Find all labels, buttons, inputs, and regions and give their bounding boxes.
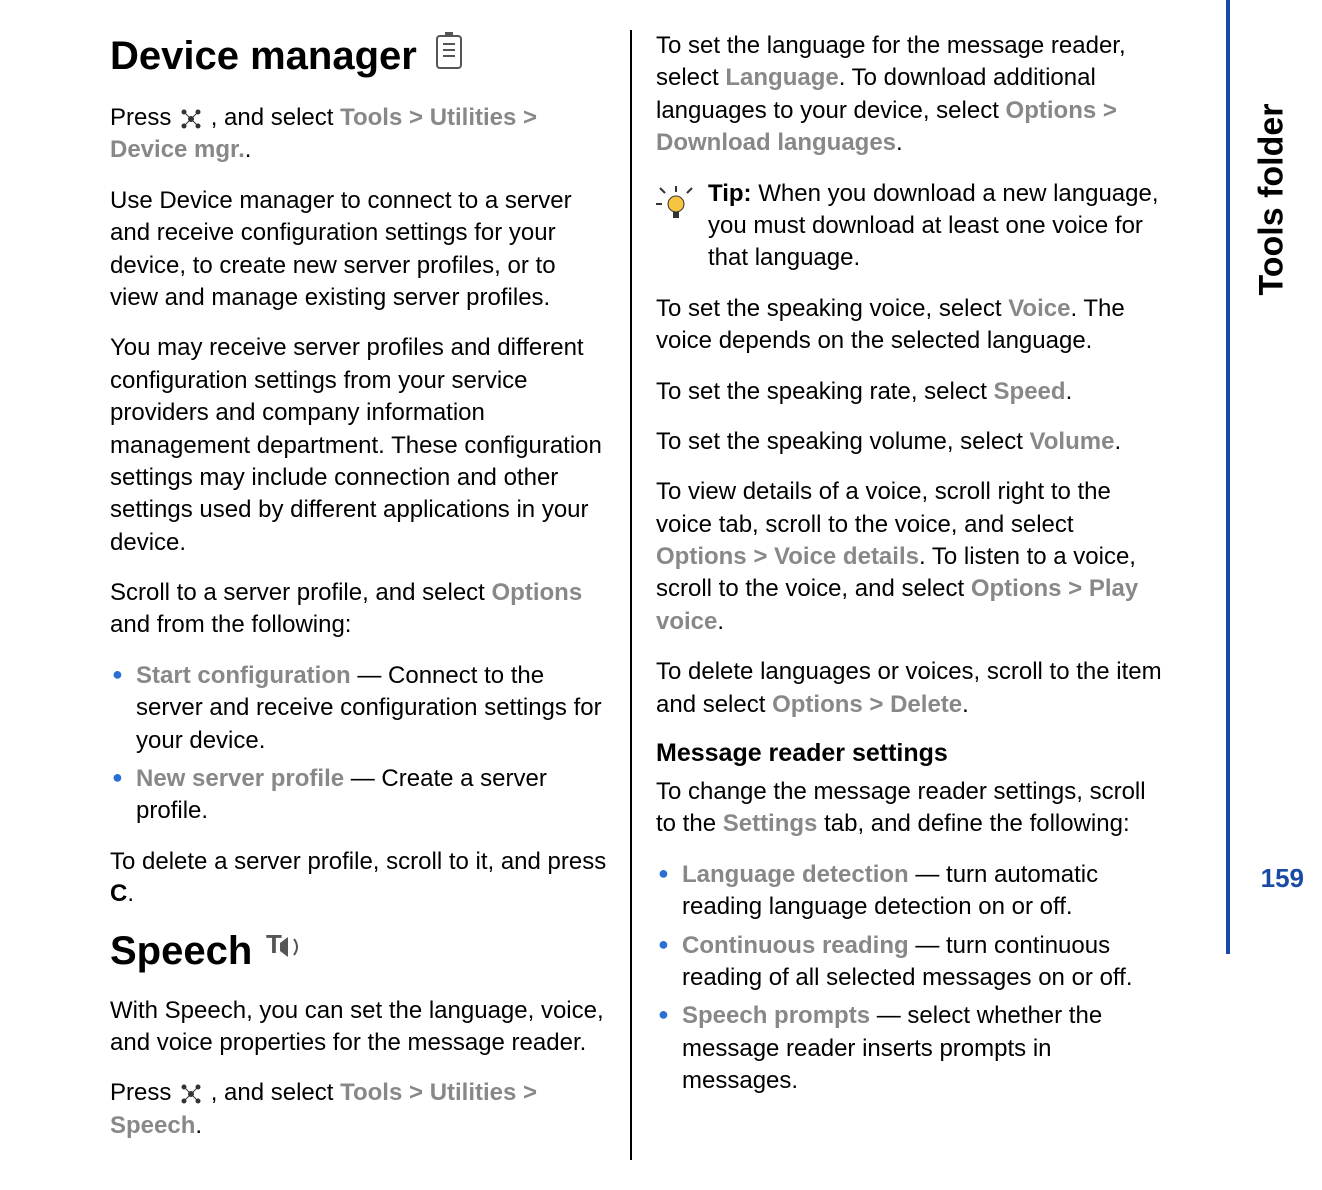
r-paragraph-5: To view details of a voice, scroll right… (656, 476, 1170, 638)
r-paragraph-1: To set the language for the message read… (656, 30, 1170, 160)
nav-device-mgr: Device mgr. (110, 136, 245, 163)
list-item: Start configuration — Connect to the ser… (136, 660, 610, 757)
text: . (717, 608, 724, 635)
separator: > (409, 1079, 423, 1106)
nav-speech: Speech (110, 1112, 195, 1139)
svg-text:T: T (266, 929, 282, 959)
term-delete: Delete (890, 691, 962, 718)
dm-paragraph-4: To delete a server profile, scroll to it… (110, 846, 610, 911)
list-item: Continuous reading — turn continuous rea… (682, 930, 1170, 995)
term-download-languages: Download languages (656, 129, 896, 156)
separator: > (523, 104, 537, 131)
term-options: Options (656, 543, 747, 570)
separator: > (1103, 97, 1117, 124)
left-column: Device manager Press , and select Tools … (110, 30, 630, 1160)
nav-tools: Tools (340, 104, 402, 131)
text: . (127, 880, 134, 907)
separator: > (523, 1079, 537, 1106)
dm-press-line: Press , and select Tools > Utilities > D… (110, 102, 610, 167)
heading-text: Device manager (110, 34, 417, 79)
tip-label: Tip: (708, 180, 752, 207)
sp-press-line: Press , and select Tools > Utilities > S… (110, 1077, 610, 1142)
term-volume: Volume (1030, 428, 1115, 455)
nav-tools: Tools (340, 1079, 402, 1106)
term-settings: Settings (723, 810, 818, 837)
term-new-server-profile: New server profile (136, 765, 344, 792)
section-tab-label: Tools folder (1253, 103, 1292, 295)
sp-paragraph-1: With Speech, you can set the language, v… (110, 995, 610, 1060)
text: To set the speaking volume, select (656, 428, 1030, 455)
list-item: New server profile — Create a server pro… (136, 763, 610, 828)
section-tab: Tools folder (1226, 0, 1314, 954)
mrs-list: Language detection — turn automatic read… (656, 859, 1170, 1098)
tip-icon (656, 182, 696, 222)
term-options: Options (772, 691, 863, 718)
term-continuous-reading: Continuous reading (682, 932, 909, 959)
text: To view details of a voice, scroll right… (656, 478, 1111, 537)
text: . (1114, 428, 1121, 455)
r-paragraph-7: To change the message reader settings, s… (656, 776, 1170, 841)
menu-key-icon (178, 1081, 204, 1107)
text: . (896, 129, 903, 156)
text: Press (110, 1079, 178, 1106)
list-item: Language detection — turn automatic read… (682, 859, 1170, 924)
page-content: Device manager Press , and select Tools … (0, 0, 1200, 1190)
term-speech-prompts: Speech prompts (682, 1002, 870, 1029)
text: . (245, 136, 252, 163)
text: When you download a new language, you mu… (708, 180, 1159, 272)
separator: > (409, 104, 423, 131)
text: To set the speaking voice, select (656, 295, 1008, 322)
text: Scroll to a server profile, and select (110, 579, 492, 606)
r-paragraph-4: To set the speaking volume, select Volum… (656, 426, 1170, 458)
heading-device-manager: Device manager (110, 30, 610, 82)
heading-message-reader-settings: Message reader settings (656, 739, 1170, 768)
dm-paragraph-3: Scroll to a server profile, and select O… (110, 577, 610, 642)
heading-text: Speech (110, 929, 252, 974)
text: To set the speaking rate, select (656, 378, 994, 405)
heading-speech: Speech T (110, 929, 610, 975)
tip-text: Tip: When you download a new language, y… (708, 178, 1170, 275)
separator: > (1068, 575, 1082, 602)
speech-icon: T (266, 929, 310, 975)
r-paragraph-3: To set the speaking rate, select Speed. (656, 376, 1170, 408)
nav-utilities: Utilities (430, 104, 517, 131)
page-number: 159 (1261, 863, 1304, 894)
term-options: Options (1006, 97, 1097, 124)
nav-utilities: Utilities (430, 1079, 517, 1106)
term-options: Options (971, 575, 1062, 602)
term-language: Language (725, 64, 838, 91)
right-column: To set the language for the message read… (630, 30, 1170, 1160)
text: To delete a server profile, scroll to it… (110, 848, 606, 875)
term-voice: Voice (1008, 295, 1070, 322)
text: . (1066, 378, 1073, 405)
key-c: C (110, 880, 127, 907)
dm-paragraph-1: Use Device manager to connect to a serve… (110, 185, 610, 315)
separator: > (869, 691, 883, 718)
term-voice-details: Voice details (774, 543, 919, 570)
text: Press (110, 104, 178, 131)
text: . (195, 1112, 202, 1139)
term-start-configuration: Start configuration (136, 662, 351, 689)
text: , and select (211, 1079, 340, 1106)
term-speed: Speed (994, 378, 1066, 405)
separator: > (753, 543, 767, 570)
text: tab, and define the following: (817, 810, 1129, 837)
text: and from the following: (110, 611, 351, 638)
device-manager-icon (431, 30, 467, 82)
tip-block: Tip: When you download a new language, y… (656, 178, 1170, 275)
text: , and select (211, 104, 340, 131)
term-language-detection: Language detection (682, 861, 909, 888)
r-paragraph-2: To set the speaking voice, select Voice.… (656, 293, 1170, 358)
r-paragraph-6: To delete languages or voices, scroll to… (656, 656, 1170, 721)
dm-options-list: Start configuration — Connect to the ser… (110, 660, 610, 828)
list-item: Speech prompts — select whether the mess… (682, 1000, 1170, 1097)
dm-paragraph-2: You may receive server profiles and diff… (110, 332, 610, 559)
text: . (962, 691, 969, 718)
menu-key-icon (178, 106, 204, 132)
options-term: Options (492, 579, 583, 606)
